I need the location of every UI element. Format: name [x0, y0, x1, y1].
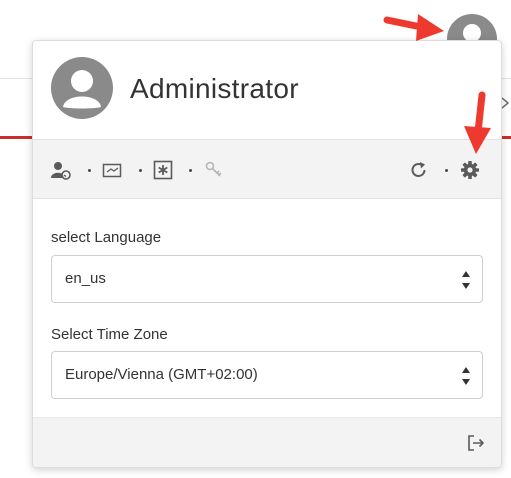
- separator-dot: [445, 169, 448, 172]
- timezone-select-value: Europe/Vienna (GMT+02:00): [65, 366, 258, 383]
- mail-icon[interactable]: [102, 160, 122, 180]
- key-icon[interactable]: [204, 160, 224, 180]
- avatar: [51, 57, 113, 119]
- select-arrows-icon: [462, 367, 470, 385]
- language-label: select Language: [51, 229, 162, 246]
- language-select[interactable]: en_us: [51, 255, 483, 303]
- user-info: Administrator: [33, 41, 501, 139]
- annotation-arrow-gear: [464, 91, 491, 154]
- star-icon[interactable]: [153, 160, 173, 180]
- refresh-icon[interactable]: [409, 160, 429, 180]
- timezone-select[interactable]: Europe/Vienna (GMT+02:00): [51, 351, 483, 399]
- separator-dot: [88, 169, 91, 172]
- select-arrows-icon: [462, 271, 470, 289]
- user-menu-popup: Administrator select Language en_us Sele…: [32, 40, 502, 468]
- separator-dot: [139, 169, 142, 172]
- user-toolbar: [33, 139, 501, 199]
- user-avatar-icon: [63, 70, 101, 109]
- gear-icon[interactable]: [460, 160, 480, 180]
- popup-footer: [33, 417, 501, 467]
- user-name: Administrator: [130, 73, 299, 104]
- user-status-icon[interactable]: [51, 160, 71, 180]
- logout-icon[interactable]: [467, 434, 485, 452]
- separator-dot: [189, 169, 192, 172]
- annotation-arrow-avatar: [383, 14, 444, 41]
- timezone-label: Select Time Zone: [51, 326, 168, 343]
- language-select-value: en_us: [65, 270, 106, 287]
